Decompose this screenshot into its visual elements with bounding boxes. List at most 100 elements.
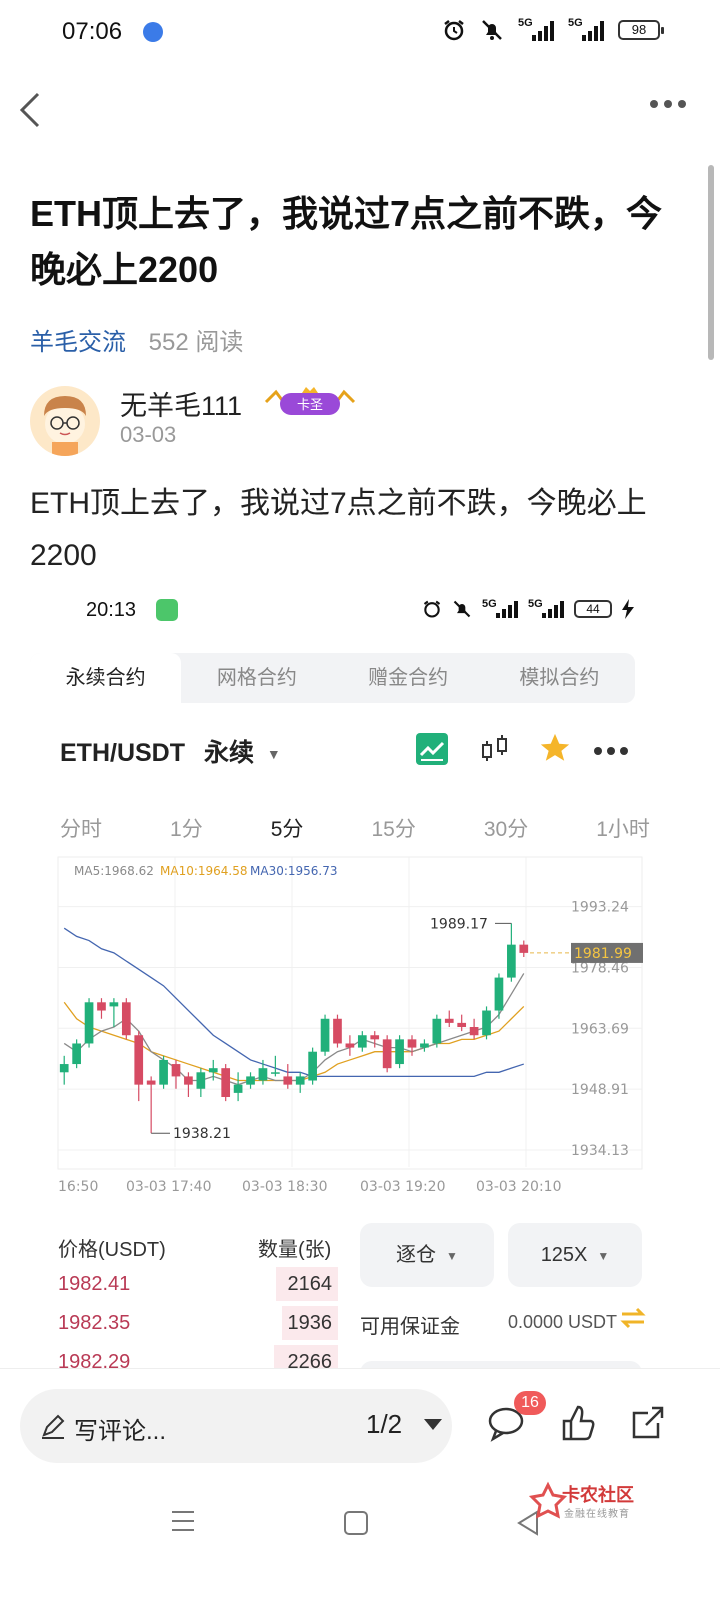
candle-body <box>84 1002 94 1044</box>
candle-body <box>432 1018 442 1044</box>
chevron-down-icon[interactable] <box>424 1419 442 1430</box>
mute-bell-icon <box>482 20 502 40</box>
candle-body <box>519 944 529 953</box>
ask-quantity: 2266 <box>287 1351 333 1368</box>
shot-status-time: 20:13 <box>86 599 137 621</box>
more-options-button[interactable] <box>594 747 628 755</box>
comment-placeholder: 写评论... <box>74 1418 167 1445</box>
candle-body <box>246 1076 255 1085</box>
ma10-line <box>63 1001 525 1082</box>
candle-body <box>370 1035 380 1040</box>
watermark-title: 卡农社区 <box>562 1485 634 1505</box>
candle-body <box>382 1039 392 1069</box>
candle-body <box>494 977 504 1011</box>
available-margin-value: 0.0000 USDT <box>508 1312 618 1332</box>
candle-body <box>357 1035 367 1048</box>
candle-body <box>196 1072 206 1089</box>
order-type-select[interactable] <box>360 1361 642 1368</box>
chevron-down-icon: ▼ <box>597 1248 610 1263</box>
candle-body <box>171 1064 181 1077</box>
orderbook-row[interactable]: 1982.35 1936 <box>58 1304 338 1342</box>
candle-body <box>97 1002 106 1011</box>
margin-mode-select[interactable]: 逐仓 ▼ <box>360 1223 494 1287</box>
like-thumb-icon[interactable] <box>558 1403 598 1443</box>
indicator-chart-icon[interactable] <box>416 733 448 765</box>
interval-1m[interactable]: 1分 <box>170 813 203 843</box>
orderbook-row[interactable]: 1982.41 2164 <box>58 1265 338 1303</box>
embedded-screenshot[interactable]: 20:13 5G 5G 44 永续合约 网格合约 赠金合约 模拟合约 ETH/U… <box>30 585 670 1368</box>
tab-perpetual[interactable]: 永续合约 <box>30 653 182 703</box>
tab-grid[interactable]: 网格合约 <box>181 653 332 703</box>
favorite-star-icon[interactable] <box>538 731 572 765</box>
candle-body <box>295 1076 305 1085</box>
battery-icon: 98 <box>618 20 664 40</box>
menu-nav-icon[interactable] <box>170 1509 196 1533</box>
status-icons: 5G 5G 98 <box>442 17 664 42</box>
interval-5m[interactable]: 5分 <box>271 813 304 843</box>
interval-15m[interactable]: 15分 <box>371 813 415 843</box>
high-label: 1989.17 <box>430 916 488 932</box>
candle-body <box>258 1068 268 1081</box>
comment-count-badge: 16 <box>514 1391 546 1415</box>
author-name[interactable]: 无羊毛111 <box>120 384 242 423</box>
interval-30m[interactable]: 30分 <box>484 813 528 843</box>
y-tick-label: 1948.91 <box>571 1082 629 1098</box>
candle-body <box>507 944 516 978</box>
interval-1h[interactable]: 1小时 <box>596 813 650 843</box>
x-tick-label: 03-03 19:20 <box>360 1179 445 1195</box>
app-notification-icon <box>143 22 163 42</box>
candle-body <box>457 1022 467 1027</box>
quantity-header: 数量(张) <box>258 1239 332 1261</box>
page-indicator[interactable]: 1/2 <box>366 1409 402 1440</box>
forum-link[interactable]: 羊毛交流 <box>30 329 126 356</box>
candle-body <box>395 1039 404 1065</box>
watermark-subtitle: 金融在线教育 <box>564 1509 630 1520</box>
candle-body <box>146 1080 156 1085</box>
ask-quantity: 2164 <box>287 1273 333 1295</box>
status-bar: 07:06 5G 5G 98 <box>0 0 720 64</box>
trading-pair-selector[interactable]: ETH/USDT 永续 ▼ <box>60 733 281 769</box>
bottom-bar: 写评论... 1/2 16 卡农社区 金融在线教育 <box>0 1368 720 1612</box>
back-arrow-icon[interactable] <box>16 90 46 130</box>
candle-body <box>233 1084 243 1093</box>
ma5-legend: MA5:1968.62 <box>74 864 154 878</box>
candle-body <box>345 1043 355 1048</box>
signal-5g-icon-2: 5G <box>568 17 604 41</box>
post-date: 03-03 <box>120 422 177 447</box>
candle-body <box>109 1002 119 1007</box>
scrollbar[interactable] <box>708 165 714 360</box>
last-price-label: 1981.99 <box>574 946 632 962</box>
margin-mode-value: 逐仓 <box>396 1244 437 1266</box>
comment-input[interactable]: 写评论... 1/2 <box>20 1389 452 1463</box>
author-avatar[interactable] <box>30 386 100 456</box>
x-tick-label: 03-03 18:30 <box>242 1179 327 1195</box>
candle-body <box>221 1068 231 1097</box>
candle-body <box>134 1035 144 1085</box>
candlestick-icon[interactable] <box>480 733 510 765</box>
post-body: ETH顶上去了，我说过7点之前不跌，今晚必上2200 <box>30 487 647 572</box>
interval-timeshare[interactable]: 分时 <box>60 813 102 843</box>
candle-body <box>72 1043 81 1065</box>
battery-icon: 44 <box>574 600 612 618</box>
candle-body <box>320 1018 330 1052</box>
x-tick-label: 16:50 <box>58 1179 98 1195</box>
leverage-select[interactable]: 125X ▼ <box>508 1223 642 1287</box>
post-title: ETH顶上去了，我说过7点之前不跌，今晚必上2200 <box>30 193 663 290</box>
signal-5g-icon-2: 5G <box>528 598 564 618</box>
more-options-button[interactable] <box>650 100 686 108</box>
alarm-icon <box>444 20 464 41</box>
candlestick-chart[interactable]: MA5:1968.62 MA10:1964.58 MA30:1956.73 1993.… <box>30 847 670 1197</box>
tab-simulated[interactable]: 模拟合约 <box>484 653 635 703</box>
chevron-down-icon: ▼ <box>266 746 281 763</box>
candle-body <box>482 1010 491 1036</box>
transfer-icon[interactable] <box>620 1307 646 1329</box>
signal-5g-icon: 5G <box>518 17 554 41</box>
share-icon[interactable] <box>628 1403 668 1443</box>
tab-bonus[interactable]: 赠金合约 <box>333 653 484 703</box>
read-count: 552 阅读 <box>148 329 244 356</box>
orderbook-row[interactable]: 1982.29 2266 <box>58 1343 338 1368</box>
signal-5g-icon: 5G <box>482 598 518 618</box>
candle-body <box>184 1076 193 1085</box>
pair-symbol: ETH/USDT <box>60 739 185 767</box>
home-nav-icon[interactable] <box>344 1511 368 1535</box>
